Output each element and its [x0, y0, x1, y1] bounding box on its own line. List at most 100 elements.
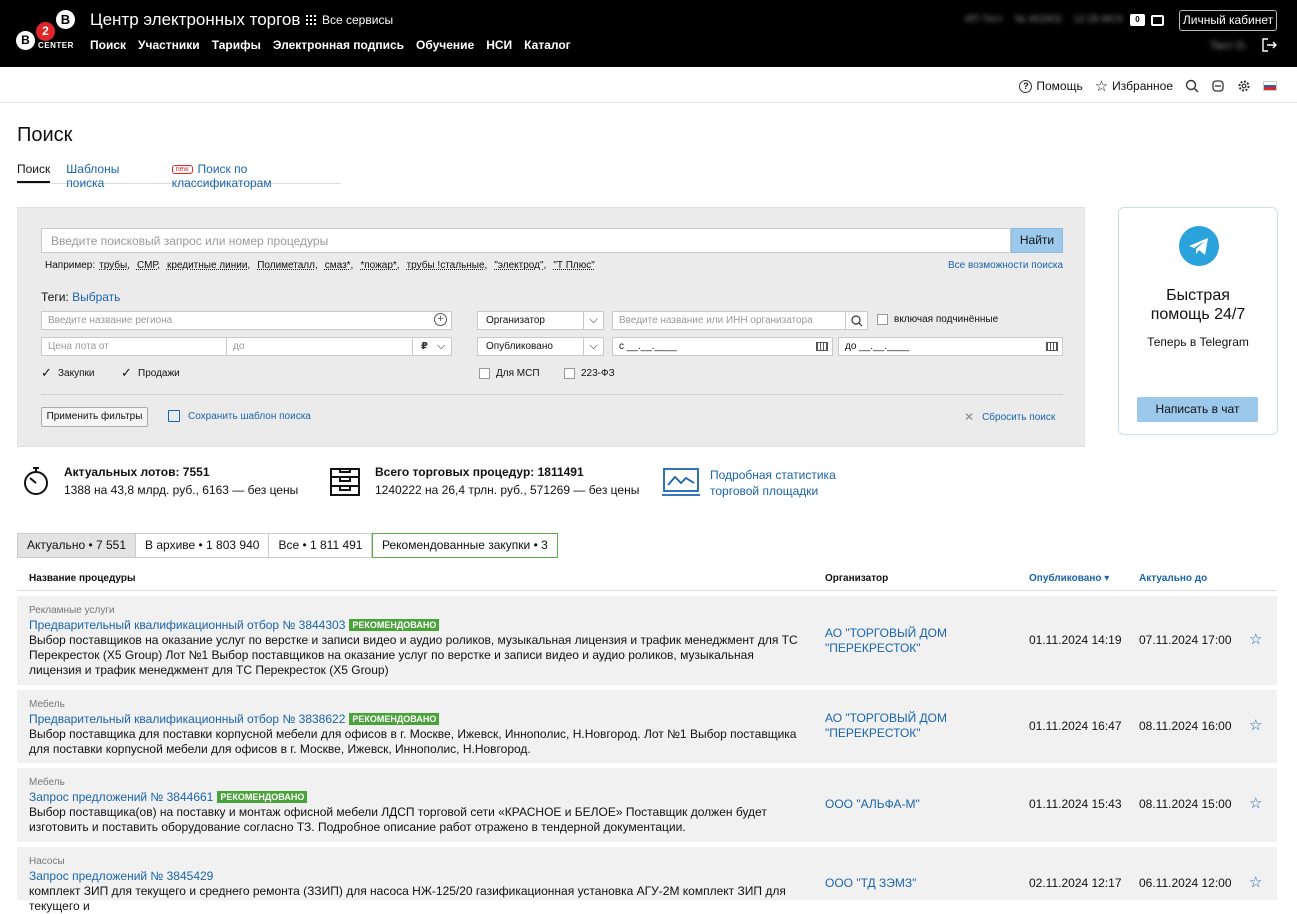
chevron-down-icon: ⌵: [436, 340, 446, 352]
col-published[interactable]: Опубликовано ▾: [1029, 573, 1109, 584]
row-category: Мебель: [29, 699, 65, 710]
tab-all[interactable]: Все • 1 811 491: [269, 533, 373, 558]
b2b-center-logo[interactable]: B 2 B CENTER: [16, 8, 76, 56]
include-subordinates-checkbox[interactable]: включая подчинённые: [877, 314, 998, 325]
find-button[interactable]: Найти: [1011, 228, 1063, 253]
fz223-checkbox[interactable]: 223-ФЗ: [564, 368, 615, 379]
help-link[interactable]: ? Помощь: [1019, 79, 1083, 93]
search-subtabs: Поиск Шаблоны поиска new Поиск по классиф…: [17, 162, 341, 190]
tab-archive[interactable]: В архиве • 1 803 940: [136, 533, 270, 558]
stopwatch-icon: [24, 467, 48, 495]
published-select[interactable]: Опубликовано ⌵: [477, 337, 604, 356]
row-category: Мебель: [29, 777, 65, 788]
currency-select[interactable]: ₽ ⌵: [412, 337, 452, 356]
write-to-chat-button[interactable]: Написать в чат: [1137, 397, 1258, 422]
row-description: Выбор поставщика для поставки корпусной …: [29, 727, 797, 756]
nav-e-signature[interactable]: Электронная подпись: [273, 38, 404, 52]
detailed-stats-link[interactable]: Подробная статистика торговой площадки: [662, 467, 836, 499]
nav-search[interactable]: Поиск: [90, 38, 126, 52]
russia-flag-icon[interactable]: [1263, 81, 1277, 91]
help-title: Быстрая помощь 24/7: [1150, 287, 1246, 323]
organizer-link[interactable]: ООО "ТД ЗЭМЗ": [825, 876, 975, 891]
calendar-icon[interactable]: [1046, 342, 1058, 351]
choose-tags-link[interactable]: Выбрать: [72, 290, 120, 304]
tab-search[interactable]: Поиск: [17, 162, 51, 183]
star-icon[interactable]: ☆: [1249, 873, 1262, 891]
nav-participants[interactable]: Участники: [138, 38, 200, 52]
row-description: Выбор поставщиков на оказание услуг по в…: [29, 633, 798, 677]
main-nav: Поиск Участники Тарифы Электронная подпи…: [90, 38, 571, 52]
procedure-link[interactable]: Запрос предложений № 3844661: [29, 790, 213, 804]
example-query[interactable]: смаз*,: [325, 260, 354, 271]
tab-classifier-search[interactable]: new Поиск по классификаторам: [171, 162, 341, 190]
logout-icon[interactable]: [1262, 38, 1277, 52]
tab-actual[interactable]: Актуально • 7 551: [17, 533, 137, 558]
example-query[interactable]: трубы !стальные,: [407, 260, 488, 271]
example-query[interactable]: трубы,: [99, 260, 130, 271]
all-services-menu[interactable]: Все сервисы: [306, 13, 393, 27]
example-query[interactable]: "электрод",: [494, 260, 546, 271]
example-query[interactable]: Полиметалл,: [257, 260, 318, 271]
procedure-link[interactable]: Предварительный квалификационный отбор №…: [29, 712, 345, 726]
wallet-icon[interactable]: [1151, 14, 1164, 26]
apply-filters-button[interactable]: Применить фильтры: [41, 407, 148, 427]
table-row: Мебель Предварительный квалификационный …: [17, 690, 1277, 763]
search-input[interactable]: Введите поисковый запрос или номер проце…: [41, 228, 1011, 253]
personal-cabinet-button[interactable]: Личный кабинет: [1179, 10, 1277, 31]
tags-row: Теги: Выбрать: [41, 290, 121, 304]
star-icon[interactable]: ☆: [1249, 716, 1262, 734]
gear-icon[interactable]: [1237, 79, 1251, 93]
messages-icon[interactable]: 0: [1130, 14, 1145, 26]
new-badge: new: [171, 165, 193, 174]
procedure-link[interactable]: Запрос предложений № 3845429: [29, 869, 213, 883]
region-field[interactable]: Введите название региона +: [41, 311, 452, 330]
star-icon[interactable]: ☆: [1249, 630, 1262, 648]
example-query[interactable]: "Т Плюс": [553, 260, 595, 271]
col-actual-until[interactable]: Актуально до: [1139, 573, 1207, 584]
recommended-badge: РЕКОМЕНДОВАНО: [349, 713, 440, 725]
organizer-link[interactable]: АО "ТОРГОВЫЙ ДОМ "ПЕРЕКРЕСТОК": [825, 626, 975, 656]
nav-tariffs[interactable]: Тарифы: [212, 38, 261, 52]
user-name[interactable]: Тест О.: [1210, 40, 1247, 52]
tab-recommended[interactable]: Рекомендованные закупки • 3: [372, 533, 558, 558]
date-to-field[interactable]: до __.__.____: [838, 337, 1063, 356]
site-title[interactable]: Центр электронных торгов: [90, 10, 300, 30]
actual-until-date: 08.11.2024 15:00: [1139, 797, 1232, 811]
organizer-link[interactable]: АО "ТОРГОВЫЙ ДОМ "ПЕРЕКРЕСТОК": [825, 711, 975, 741]
all-services-label: Все сервисы: [322, 13, 394, 27]
all-search-features-link[interactable]: Все возможности поиска: [948, 260, 1063, 271]
nav-catalog[interactable]: Каталог: [524, 38, 571, 52]
utility-bar: ? Помощь ☆ Избранное: [0, 67, 1297, 103]
row-category: Насосы: [29, 856, 65, 867]
reset-search-link[interactable]: ✕ Сбросить поиск: [964, 410, 1055, 424]
price-to-field[interactable]: до: [226, 337, 413, 356]
favorites-link[interactable]: ☆ Избранное: [1095, 77, 1173, 95]
nav-training[interactable]: Обучение: [416, 38, 474, 52]
support-icon[interactable]: [1211, 79, 1225, 93]
search-icon[interactable]: [1185, 79, 1199, 93]
tab-search-templates[interactable]: Шаблоны поиска: [66, 162, 155, 190]
table-row: Насосы Запрос предложений № 3845429 комп…: [17, 847, 1277, 913]
organizer-field[interactable]: Введите название или ИНН организатора: [612, 311, 868, 330]
organizer-select[interactable]: Организатор ⌵: [477, 311, 604, 330]
sales-checkbox[interactable]: ✓ Продажи: [121, 366, 180, 379]
procedure-link[interactable]: Предварительный квалификационный отбор №…: [29, 618, 345, 632]
msp-checkbox[interactable]: Для МСП: [479, 368, 540, 379]
published-date: 01.11.2024 16:47: [1029, 719, 1122, 733]
add-circle-icon[interactable]: +: [434, 313, 447, 326]
page-title: Поиск: [17, 124, 73, 146]
star-icon[interactable]: ☆: [1249, 794, 1262, 812]
organizer-link[interactable]: ООО "АЛЬФА-М": [825, 797, 975, 812]
example-query[interactable]: *пожар*,: [360, 260, 399, 271]
nav-nsi[interactable]: НСИ: [486, 38, 512, 52]
search-icon[interactable]: [845, 312, 867, 329]
save-template-link[interactable]: Сохранить шаблон поиска: [168, 410, 311, 422]
checkbox-checked: ✓: [41, 365, 52, 380]
actual-lots-stat: Актуальных лотов: 7551 1388 на 43,8 млрд…: [22, 465, 298, 497]
purchases-checkbox[interactable]: ✓ Закупки: [41, 365, 94, 380]
price-from-field[interactable]: Цена лота от: [41, 337, 227, 356]
calendar-icon[interactable]: [816, 342, 828, 351]
example-query[interactable]: СМР,: [137, 260, 160, 271]
example-query[interactable]: кредитные линии,: [167, 260, 250, 271]
date-from-field[interactable]: с __.__.____: [612, 337, 833, 356]
